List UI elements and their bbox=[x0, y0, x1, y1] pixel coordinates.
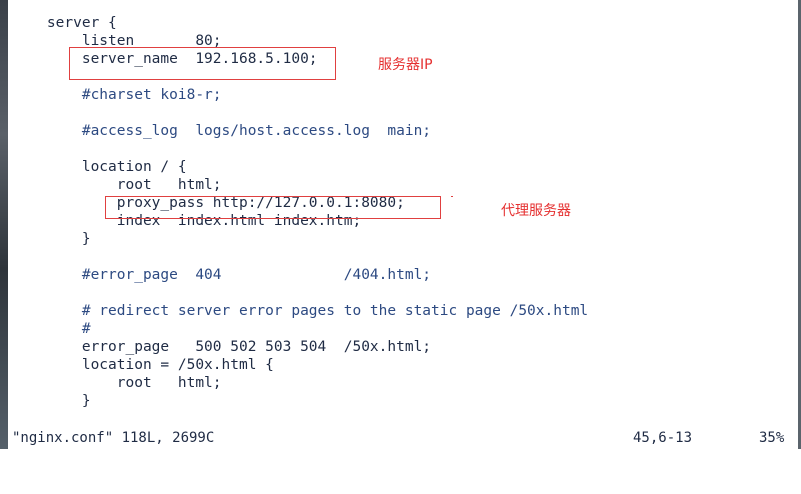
code-line: root html; bbox=[12, 375, 222, 391]
code-line: location / { bbox=[12, 159, 187, 175]
proxy-pass-highlight-box bbox=[105, 196, 441, 219]
cursor-position: 45,6-13 bbox=[633, 430, 693, 446]
code-line: root html; bbox=[12, 177, 222, 193]
code-line: } bbox=[12, 393, 91, 409]
code-line: location = /50x.html { bbox=[12, 357, 274, 373]
proxy-server-annotation: 代理服务器 bbox=[501, 203, 571, 219]
vim-status-bar: "nginx.conf" 118L, 2699C 45,6-13 35% bbox=[12, 430, 792, 448]
code-line: # redirect server error pages to the sta… bbox=[12, 303, 589, 319]
annotation-marker bbox=[451, 196, 453, 197]
window-left-edge bbox=[0, 0, 8, 449]
scroll-percent: 35% bbox=[759, 430, 785, 446]
server-name-highlight-box bbox=[69, 47, 336, 80]
code-line: #charset koi8-r; bbox=[12, 87, 222, 103]
code-line: } bbox=[12, 231, 91, 247]
code-line: error_page 500 502 503 504 /50x.html; bbox=[12, 339, 432, 355]
file-info: "nginx.conf" 118L, 2699C bbox=[12, 430, 215, 446]
code-line: #error_page 404 /404.html; bbox=[12, 267, 432, 283]
code-line: #access_log logs/host.access.log main; bbox=[12, 123, 432, 139]
code-line: # bbox=[12, 321, 91, 337]
code-line: server { bbox=[12, 15, 117, 31]
server-ip-annotation: 服务器IP bbox=[378, 57, 433, 73]
